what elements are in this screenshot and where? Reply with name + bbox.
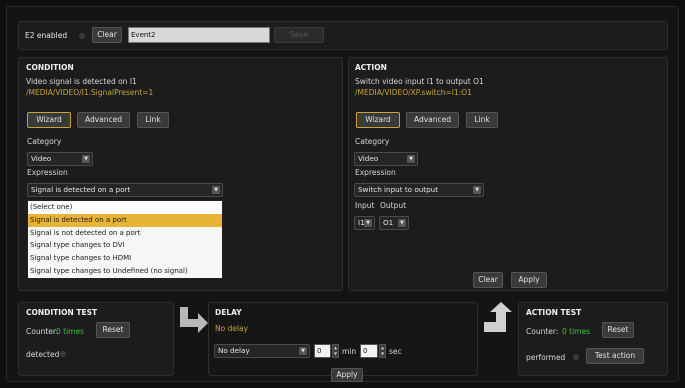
enabled-led[interactable]	[79, 33, 85, 39]
action-test-reset-button[interactable]: Reset	[602, 322, 634, 338]
delay-sec-stepper[interactable]: ▲ ▼	[379, 344, 386, 358]
flow-arrow-right-icon	[180, 307, 208, 333]
dropdown-option-selected[interactable]: Signal is detected on a port	[28, 213, 222, 227]
action-output-label: Output	[380, 201, 407, 210]
delay-heading: DELAY	[215, 308, 242, 317]
delay-type-select[interactable]: No delay ▼	[214, 344, 310, 358]
delay-min-input[interactable]: 0	[314, 344, 331, 358]
condition-category-select[interactable]: Video ▼	[27, 152, 93, 166]
chevron-down-icon: ▼	[407, 155, 415, 163]
action-wizard-tab[interactable]: Wizard	[356, 112, 400, 128]
action-output-value: O1	[383, 218, 394, 227]
save-event-button[interactable]: Save	[274, 27, 324, 43]
condition-expression-dropdown: (Select one) Signal is detected on a por…	[27, 200, 223, 279]
action-advanced-tab[interactable]: Advanced	[406, 112, 459, 128]
condition-description: Video signal is detected on I1	[26, 77, 137, 86]
action-apply-button[interactable]: Apply	[511, 272, 547, 288]
action-expression-value: Switch input to output	[358, 185, 439, 194]
delay-panel	[208, 302, 478, 376]
action-input-select[interactable]: I1 ▼	[354, 216, 375, 230]
action-test-counter-value: 0 times	[562, 327, 591, 336]
dropdown-option[interactable]: Signal type changes to DVI	[28, 239, 222, 252]
chevron-down-icon: ▼	[299, 347, 307, 355]
delay-sec-input[interactable]: 0	[360, 344, 378, 358]
condition-wizard-tab[interactable]: Wizard	[27, 112, 71, 128]
action-test-status-label: performed	[526, 353, 566, 362]
action-test-counter-label: Counter:	[526, 327, 559, 336]
condition-link-tab[interactable]: Link	[137, 112, 169, 128]
flow-arrow-up-icon	[484, 302, 512, 332]
chevron-down-icon: ▼	[398, 219, 406, 227]
action-test-heading: ACTION TEST	[526, 308, 582, 317]
condition-advanced-tab[interactable]: Advanced	[77, 112, 130, 128]
condition-expression-value: Signal is detected on a port	[31, 185, 131, 194]
condition-test-status-label: detected	[26, 350, 60, 359]
condition-category-label: Category	[27, 137, 62, 146]
action-category-value: Video	[358, 154, 379, 163]
chevron-down-icon: ▼	[364, 219, 372, 227]
delay-sec-label: sec	[389, 347, 402, 356]
action-heading: ACTION	[355, 63, 387, 72]
condition-path: /MEDIA/VIDEO/I1.SignalPresent=1	[26, 88, 154, 97]
dropdown-option[interactable]: (Select one)	[28, 201, 222, 214]
delay-apply-button[interactable]: Apply	[331, 368, 363, 382]
action-clear-button[interactable]: Clear	[473, 272, 503, 288]
chevron-down-icon: ▼	[473, 186, 481, 194]
condition-expression-select[interactable]: Signal is detected on a port ▼	[27, 183, 223, 197]
delay-type-value: No delay	[218, 346, 250, 355]
action-performed-led	[573, 354, 579, 360]
action-description: Switch video input I1 to output O1	[355, 77, 484, 86]
condition-detected-led	[60, 351, 66, 357]
condition-test-counter-label: Counter:	[26, 327, 59, 336]
delay-status: No delay	[215, 324, 249, 333]
condition-category-value: Video	[31, 154, 52, 163]
condition-expression-label: Expression	[27, 168, 68, 177]
clear-event-button[interactable]: Clear	[92, 27, 122, 43]
action-expression-select[interactable]: Switch input to output ▼	[354, 183, 484, 197]
delay-min-label: min	[342, 347, 357, 356]
condition-heading: CONDITION	[26, 63, 74, 72]
action-category-label: Category	[355, 137, 390, 146]
dropdown-option[interactable]: Signal is not detected on a port	[28, 227, 222, 240]
event-name-value: Event2	[131, 31, 156, 39]
chevron-down-icon: ▼	[212, 186, 220, 194]
dropdown-option[interactable]: Signal type changes to Undefined (no sig…	[28, 265, 222, 278]
condition-test-heading: CONDITION TEST	[26, 308, 98, 317]
action-link-tab[interactable]: Link	[466, 112, 498, 128]
condition-test-counter-value: 0 times	[56, 327, 85, 336]
condition-test-reset-button[interactable]: Reset	[96, 322, 130, 338]
delay-min-stepper[interactable]: ▲ ▼	[332, 344, 339, 358]
action-output-select[interactable]: O1 ▼	[379, 216, 409, 230]
dropdown-option[interactable]: Signal type changes to HDMI	[28, 252, 222, 265]
action-category-select[interactable]: Video ▼	[354, 152, 418, 166]
action-expression-label: Expression	[355, 168, 396, 177]
enabled-label: E2 enabled	[25, 31, 68, 40]
action-input-label: Input	[355, 201, 375, 210]
chevron-down-icon: ▼	[82, 155, 90, 163]
action-path: /MEDIA/VIDEO/XP.switch=I1:O1	[355, 88, 472, 97]
test-action-button[interactable]: Test action	[586, 348, 644, 364]
